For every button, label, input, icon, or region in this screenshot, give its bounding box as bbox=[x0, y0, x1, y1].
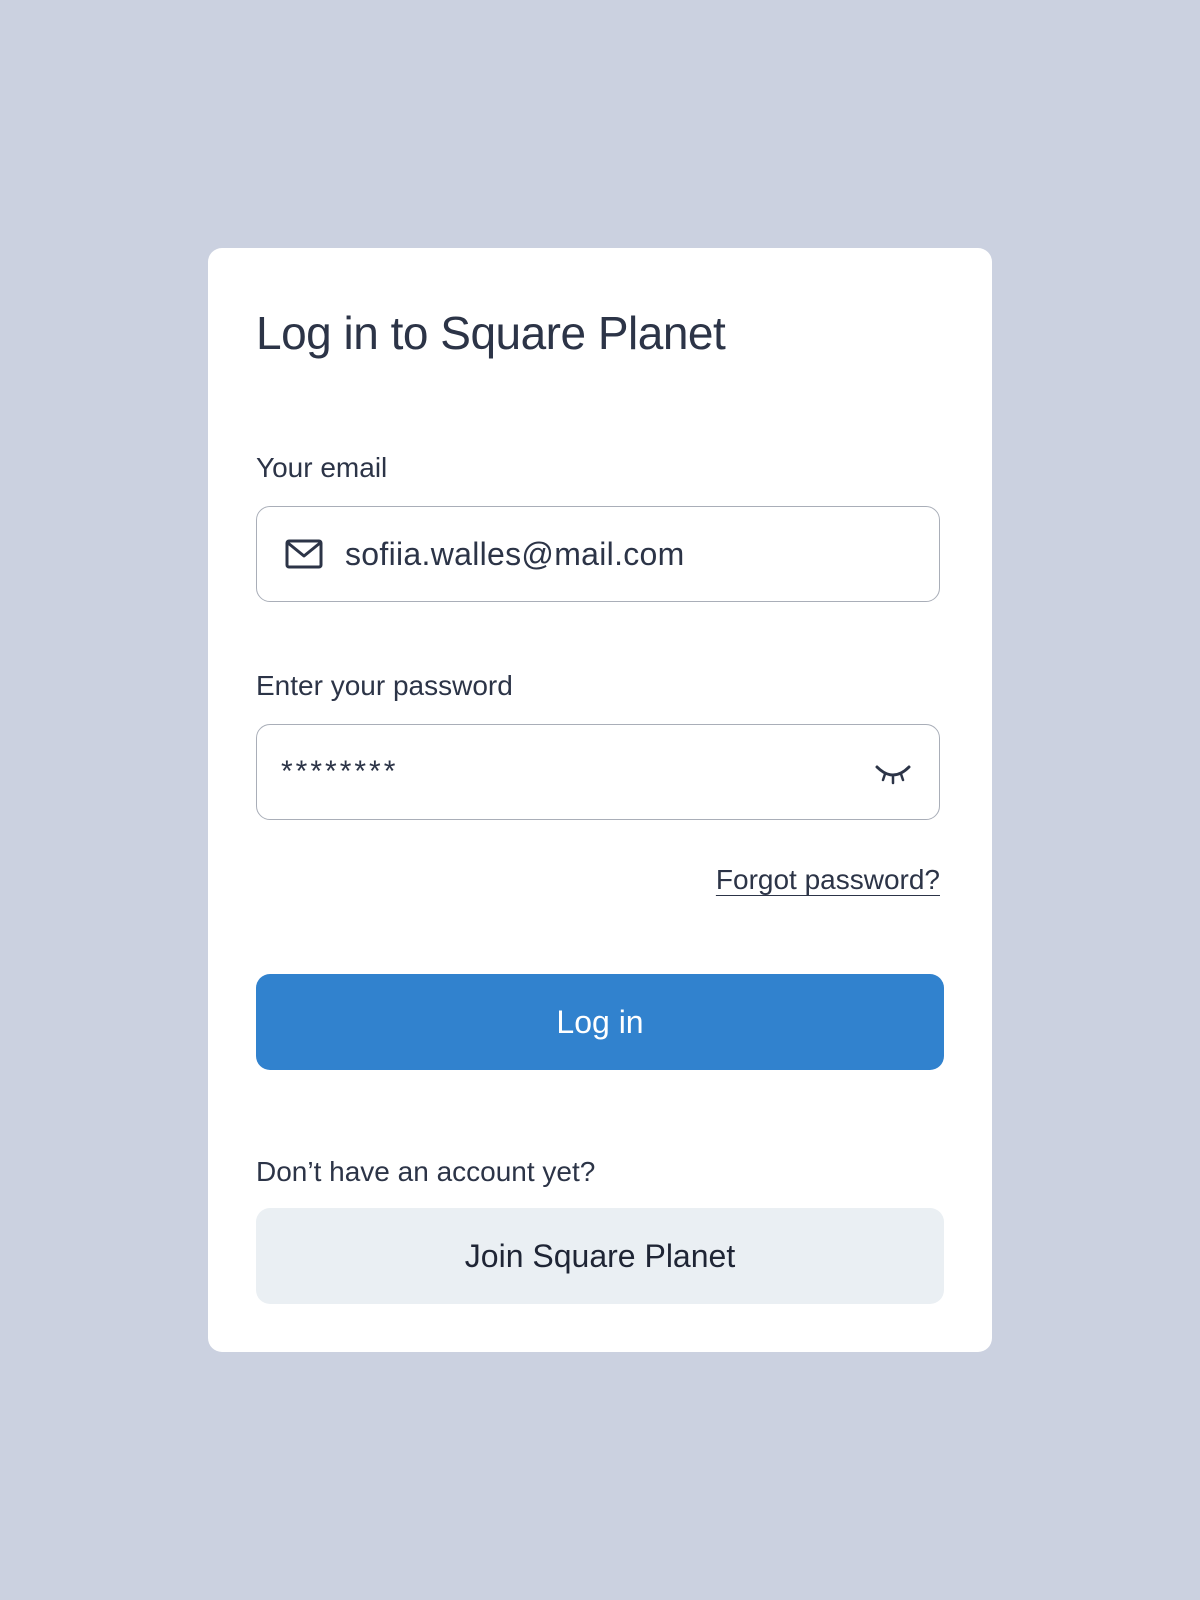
email-label: Your email bbox=[256, 452, 388, 483]
login-button[interactable]: Log in bbox=[256, 974, 944, 1070]
forgot-password-link[interactable]: Forgot password? bbox=[716, 864, 940, 896]
no-account-text: Don’t have an account yet? bbox=[256, 1156, 596, 1187]
password-label: Enter your password bbox=[256, 670, 513, 701]
email-value[interactable]: sofiia.walles@mail.com bbox=[345, 536, 685, 573]
join-button[interactable]: Join Square Planet bbox=[256, 1208, 944, 1304]
login-card: Log in to Square Planet Your email sofii… bbox=[208, 248, 992, 1352]
password-value[interactable]: ******** bbox=[281, 755, 398, 789]
password-field[interactable]: ******** bbox=[256, 724, 940, 820]
mail-icon bbox=[285, 539, 323, 569]
eye-closed-icon[interactable] bbox=[873, 759, 913, 785]
email-field[interactable]: sofiia.walles@mail.com bbox=[256, 506, 940, 602]
page-title: Log in to Square Planet bbox=[256, 307, 726, 359]
